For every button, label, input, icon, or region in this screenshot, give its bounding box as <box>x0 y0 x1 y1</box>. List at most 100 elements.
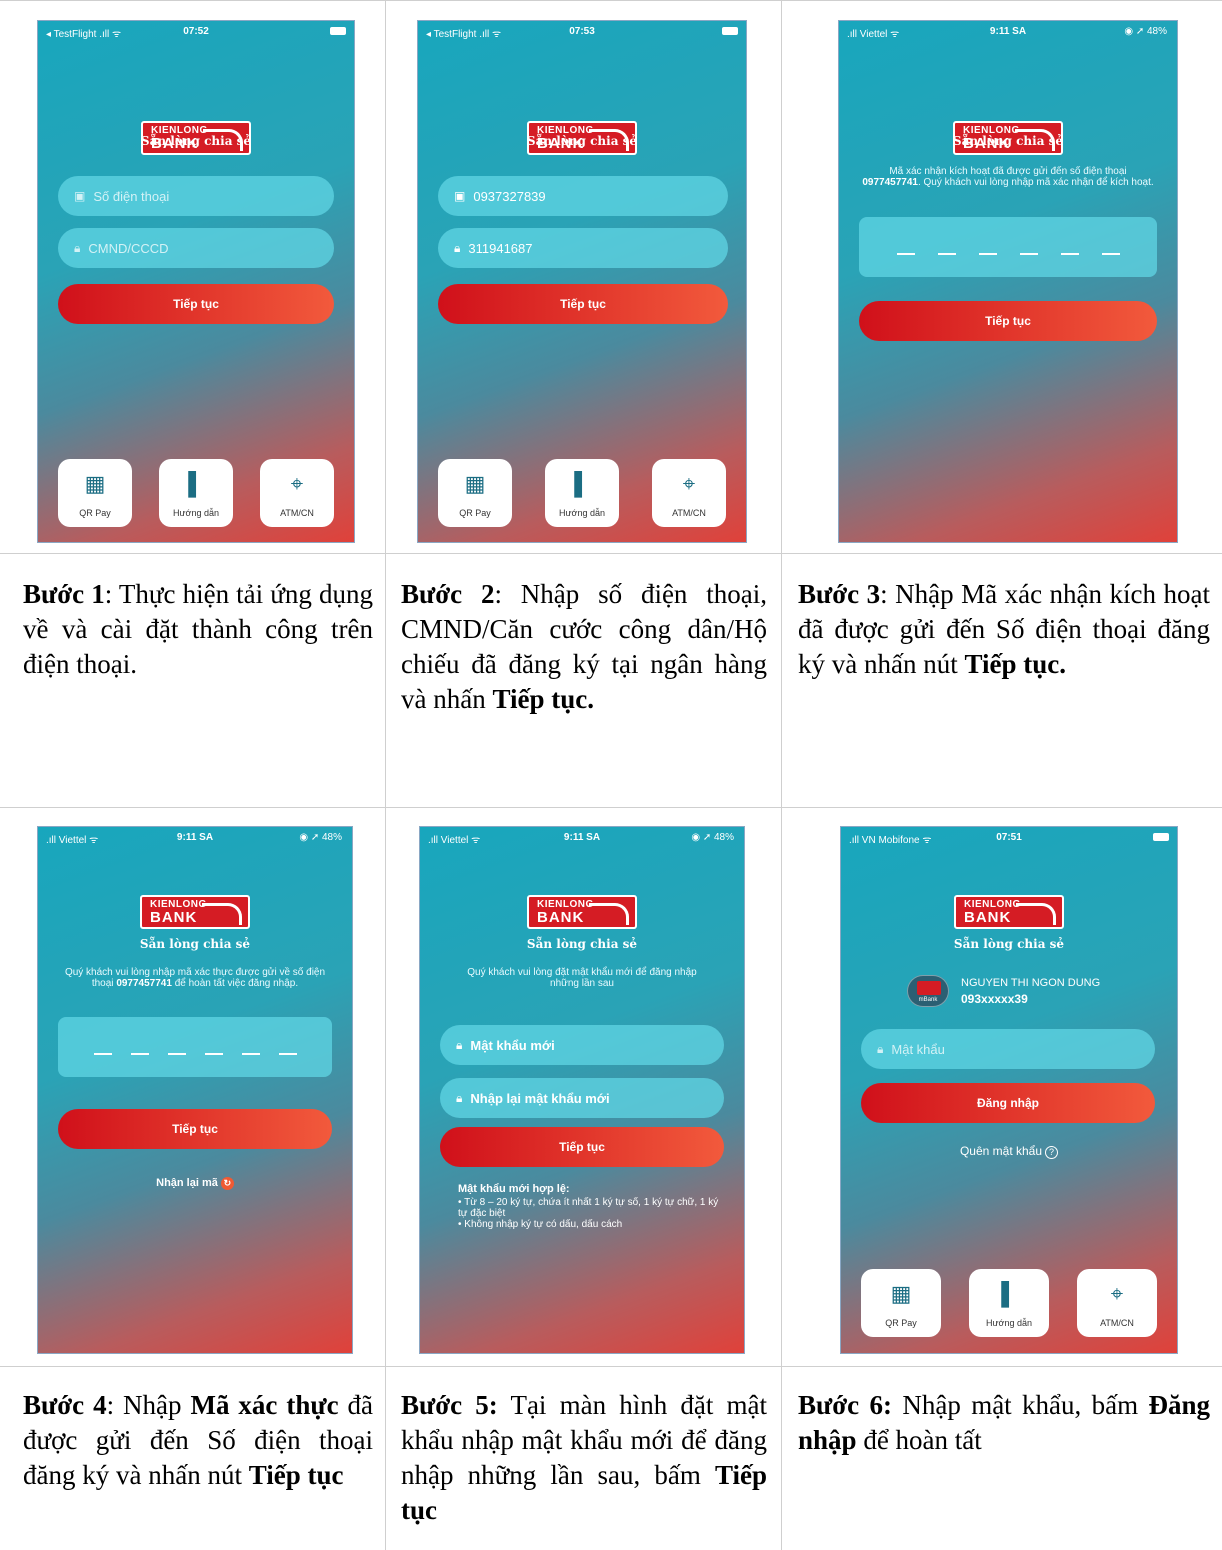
atm-label: ATM/CN <box>280 508 314 518</box>
caption-step-2: Bước 2: Nhập số điện thoại, CMND/Căn cướ… <box>401 577 767 717</box>
otp-input[interactable] <box>859 217 1157 277</box>
guide-label: Hướng dẫn <box>173 508 219 518</box>
dragon-icon <box>1016 903 1056 925</box>
kienlongbank-logo: KIENLONG BANK <box>140 895 250 929</box>
grid-row-divider <box>0 807 1222 808</box>
otp-digit <box>130 1053 149 1055</box>
qr-pay-card[interactable]: ▦ QR Pay <box>58 459 132 527</box>
otp-digit <box>937 253 956 255</box>
resend-code-link[interactable]: Nhận lại mã ↻ <box>38 1177 352 1190</box>
guide-label: Hướng dẫn <box>986 1318 1032 1328</box>
rule-2: • Không nhập ký tự có dấu, dấu cách <box>458 1219 623 1230</box>
password-placeholder: Mật khẩu <box>891 1041 945 1057</box>
step-label: Bước 1 <box>23 579 105 609</box>
phone-screen-step-6: .ıll VN Mobifone ᯤ 07:51 KIENLONG BANK S… <box>840 826 1178 1354</box>
phone-placeholder: Số điện thoại <box>93 188 170 204</box>
user-phone: 093xxxxx39 <box>961 992 1028 1006</box>
guide-card[interactable]: ▌ Hướng dẫn <box>545 459 619 527</box>
avatar: mBank <box>907 975 949 1007</box>
phone-value: 0937327839 <box>473 188 546 204</box>
step-label: Bước 3 <box>798 579 881 609</box>
caption-step-5: Bước 5: Tại màn hình đặt mật khẩu nhập m… <box>401 1388 767 1528</box>
message-text-2: . Quý khách vui lòng nhập mã xác nhận để… <box>917 177 1154 188</box>
refresh-icon: ↻ <box>220 1177 234 1190</box>
book-icon: ▌ <box>574 471 590 496</box>
battery-icon <box>1153 833 1169 841</box>
step-bold-mid: Mã xác thực <box>190 1390 339 1420</box>
continue-button[interactable]: Tiếp tục <box>58 284 334 324</box>
password-rules: Mật khẩu mới hợp lệ: • Từ 8 – 20 ký tự, … <box>458 1183 730 1231</box>
new-password-input[interactable]: 🔒︎ Mật khẩu mới <box>440 1025 724 1065</box>
phone-screen-step-5: .ıll Viettel ᯤ 9:11 SA ◉ ➚ 48% KIENLONG … <box>419 826 745 1354</box>
qr-pay-label: QR Pay <box>79 508 111 518</box>
step-label: Bước 6: <box>798 1390 892 1420</box>
mbank-logo-icon <box>917 981 941 995</box>
qr-icon: ▦ <box>464 471 486 496</box>
caption-step-6: Bước 6: Nhập mật khẩu, bấm Đăng nhập để … <box>798 1388 1210 1458</box>
atm-card[interactable]: ⌖ ATM/CN <box>260 459 334 527</box>
otp-digit <box>1019 253 1038 255</box>
lock-icon: 🔒︎ <box>456 1037 463 1052</box>
phone-screen-step-2: ◂ TestFlight .ıll ᯤ 07:53 KIENLONG BANK … <box>417 20 747 543</box>
dragon-icon <box>202 903 242 925</box>
message-phone: 0977457741 <box>116 978 172 989</box>
continue-button[interactable]: Tiếp tục <box>438 284 728 324</box>
kienlongbank-logo: KIENLONG BANK <box>954 895 1064 929</box>
caption-step-1: Bước 1: Thực hiện tải ứng dụng về và cài… <box>23 577 373 682</box>
status-battery: ◉ ➚ 48% <box>1124 26 1167 37</box>
id-input[interactable]: 🔒︎ CMND/CCCD <box>58 228 334 268</box>
confirm-password-input[interactable]: 🔒︎ Nhập lại mật khẩu mới <box>440 1078 724 1118</box>
phone-input[interactable]: ▣ Số điện thoại <box>58 176 334 216</box>
book-icon: ▌ <box>188 471 204 496</box>
status-time: 07:51 <box>996 832 1022 843</box>
help-icon: ? <box>1045 1146 1059 1159</box>
otp-input[interactable] <box>58 1017 332 1077</box>
forgot-password-link[interactable]: Quên mật khẩu? <box>841 1144 1177 1159</box>
lock-icon: 🔒︎ <box>456 1090 463 1105</box>
id-value: 311941687 <box>468 240 533 256</box>
activation-message: Mã xác nhận kích hoạt đã được gửi đến số… <box>861 166 1155 188</box>
id-input[interactable]: 🔒︎ 311941687 <box>438 228 728 268</box>
atm-card[interactable]: ⌖ ATM/CN <box>652 459 726 527</box>
grid-mid-line <box>0 553 1222 554</box>
slogan: Sẵn lòng chia sẻ <box>952 134 1064 148</box>
qr-pay-label: QR Pay <box>885 1318 917 1328</box>
step-text-2: để hoàn tất <box>856 1425 982 1455</box>
continue-button[interactable]: Tiếp tục <box>58 1109 332 1149</box>
guide-card[interactable]: ▌ Hướng dẫn <box>159 459 233 527</box>
atm-card[interactable]: ⌖ ATM/CN <box>1077 1269 1157 1337</box>
status-battery: ◉ ➚ 48% <box>691 832 734 843</box>
caption-step-4: Bước 4: Nhập Mã xác thực đã được gửi đến… <box>23 1388 373 1493</box>
logo-text-bottom: BANK <box>150 908 198 926</box>
password-input[interactable]: 🔒︎ Mật khẩu <box>861 1029 1155 1069</box>
qr-pay-card[interactable]: ▦ QR Pay <box>438 459 512 527</box>
lock-icon: 🔒︎ <box>454 240 461 255</box>
continue-button[interactable]: Tiếp tục <box>859 301 1157 341</box>
step-label: Bước 2 <box>401 579 495 609</box>
phone-input[interactable]: ▣ 0937327839 <box>438 176 728 216</box>
phone-screen-step-3: .ıll Viettel ᯤ 9:11 SA ◉ ➚ 48% KIENLONG … <box>838 20 1178 543</box>
otp-digit <box>93 1053 112 1055</box>
login-button[interactable]: Đăng nhập <box>861 1083 1155 1123</box>
grid-col-divider-2 <box>781 0 782 1550</box>
battery-icon <box>330 27 346 35</box>
status-battery: ◉ ➚ 48% <box>299 832 342 843</box>
slogan: Sẵn lòng chia sẻ <box>526 937 638 951</box>
slogan: Sẵn lòng chia sẻ <box>526 134 638 148</box>
step-text: : Nhập <box>106 1390 191 1420</box>
step-label: Bước 5: <box>401 1390 498 1420</box>
qr-pay-card[interactable]: ▦ QR Pay <box>861 1269 941 1337</box>
guide-card[interactable]: ▌ Hướng dẫn <box>969 1269 1049 1337</box>
otp-message: Quý khách vui lòng nhập mã xác thực được… <box>62 967 328 989</box>
phone-icon: ▣ <box>454 189 466 203</box>
step-text: Nhập mật khẩu, bấm <box>892 1390 1149 1420</box>
guide-label: Hướng dẫn <box>559 508 605 518</box>
atm-location-icon: ⌖ <box>1110 1281 1124 1306</box>
step-label: Bước 4 <box>23 1390 107 1420</box>
slogan: Sẵn lòng chia sẻ <box>953 937 1065 951</box>
rules-title: Mật khẩu mới hợp lệ: <box>458 1183 570 1195</box>
grid-top-line <box>0 0 1222 1</box>
phone-icon: ▣ <box>74 189 86 203</box>
step-bold-end: Tiếp tục. <box>492 684 594 714</box>
continue-button[interactable]: Tiếp tục <box>440 1127 724 1167</box>
